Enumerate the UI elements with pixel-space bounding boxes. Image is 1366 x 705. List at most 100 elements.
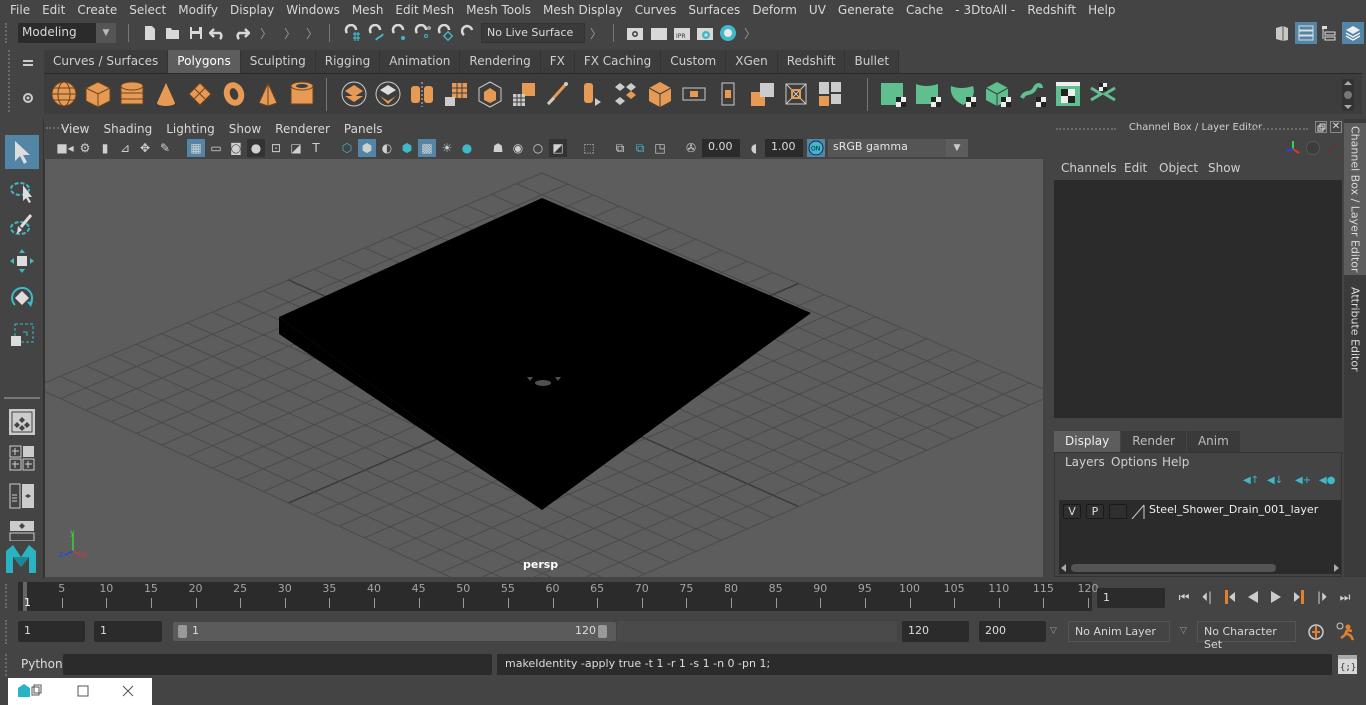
panel-drag-handle[interactable]	[1056, 128, 1116, 130]
new-layer-icon[interactable]: ◀+	[1295, 475, 1311, 487]
range-slider[interactable]: 1 120	[173, 622, 616, 641]
isolate-select-icon[interactable]: ⬚	[580, 139, 598, 157]
tab-render[interactable]: Render	[1121, 431, 1186, 452]
menu-windows[interactable]: Windows	[280, 3, 346, 17]
color-space-dropdown[interactable]: sRGB gamma ▼	[828, 139, 968, 157]
range-end-handle[interactable]	[598, 625, 607, 638]
spherical-uv-icon[interactable]	[949, 80, 977, 108]
shadows-icon[interactable]: ●	[458, 139, 476, 157]
collapse-arrow-icon[interactable]: 〉	[280, 23, 300, 43]
lasso-select-tool-icon[interactable]	[5, 173, 39, 207]
play-forwards-icon[interactable]	[1266, 588, 1286, 606]
anim-layer-dropdown[interactable]: No Anim Layer	[1068, 621, 1170, 642]
layer-name[interactable]: Steel_Shower_Drain_001_layer	[1149, 503, 1318, 516]
hypershade-icon[interactable]	[718, 23, 738, 43]
use-all-lights-icon[interactable]: ☀	[438, 139, 456, 157]
poly-pyramid-icon[interactable]	[254, 80, 282, 108]
shelf-tab-rendering[interactable]: Rendering	[460, 50, 541, 73]
menu-3dtoall[interactable]: - 3DtoAll -	[949, 3, 1021, 17]
command-input[interactable]	[63, 654, 492, 675]
panel-menu-renderer[interactable]: Renderer	[268, 122, 337, 136]
shelf-tab-polygons[interactable]: Polygons	[168, 50, 241, 73]
exposure-field[interactable]: 0.00	[702, 139, 740, 157]
range-drag-handle[interactable]	[5, 620, 9, 644]
wireframe-on-shaded-icon[interactable]: ⬢	[398, 139, 416, 157]
bevel-icon[interactable]	[544, 80, 572, 108]
anim-layer-chevron-icon[interactable]: ▽	[1050, 626, 1057, 636]
bridge-icon[interactable]	[578, 80, 606, 108]
default-material-icon[interactable]: ◐	[378, 139, 396, 157]
new-layer-selected-icon[interactable]: ◀●	[1319, 475, 1335, 487]
step-back-key-icon[interactable]: ⏴|	[1197, 588, 1217, 606]
average-vertices-icon[interactable]	[476, 80, 504, 108]
menu-mesh-display[interactable]: Mesh Display	[537, 3, 629, 17]
side-tab-channel-box[interactable]: Channel Box / Layer Editor	[1344, 123, 1366, 275]
menu-surfaces[interactable]: Surfaces	[682, 3, 746, 17]
select-tool-icon[interactable]	[5, 135, 39, 169]
panel-drag-handle[interactable]	[1248, 128, 1308, 130]
menu-create[interactable]: Create	[71, 3, 123, 17]
planar-uv-icon[interactable]	[879, 80, 907, 108]
collapse-arrow-icon[interactable]: 〉	[740, 23, 760, 43]
menu-deform[interactable]: Deform	[746, 3, 803, 17]
range-start-handle[interactable]	[178, 625, 187, 638]
extrude-icon[interactable]	[612, 80, 640, 108]
auto-key-icon[interactable]	[1306, 622, 1326, 642]
scale-tool-icon[interactable]	[5, 318, 39, 352]
shelf-menu-icon[interactable]	[22, 57, 34, 67]
float-panel-icon[interactable]	[1315, 121, 1327, 133]
playback-toggle[interactable]: P	[1086, 504, 1104, 519]
maximize-icon[interactable]	[77, 685, 89, 697]
shelf-tab-curves-surfaces[interactable]: Curves / Surfaces	[44, 50, 169, 73]
xray-joints-icon[interactable]: ⧉	[631, 139, 649, 157]
shelf-tab-sculpting[interactable]: Sculpting	[240, 50, 316, 73]
collapse-arrow-icon[interactable]: 〉	[586, 23, 606, 43]
layer-color-swatch[interactable]	[1131, 504, 1145, 520]
shelf-tab-fx-caching[interactable]: FX Caching	[574, 50, 662, 73]
image-plane-icon[interactable]: ⊿	[116, 139, 134, 157]
menu-edit[interactable]: Edit	[36, 3, 71, 17]
menu-mesh-tools[interactable]: Mesh Tools	[460, 3, 537, 17]
resolution-gate-icon[interactable]: ◙	[227, 139, 245, 157]
shelf-drag-handle[interactable]	[8, 50, 12, 112]
channel-list[interactable]	[1054, 180, 1342, 418]
move-layer-up-icon[interactable]: ◀↑	[1243, 475, 1259, 487]
color-management-toggle[interactable]: ON	[807, 139, 825, 157]
smooth-icon[interactable]	[442, 80, 470, 108]
live-surface-field[interactable]: No Live Surface	[481, 23, 585, 43]
go-to-end-icon[interactable]: ⏭	[1335, 588, 1355, 606]
persp-graph-layout-icon[interactable]	[5, 513, 39, 547]
menu-redshift[interactable]: Redshift	[1021, 3, 1082, 17]
object-menu[interactable]: Object	[1159, 161, 1198, 175]
menu-display[interactable]: Display	[224, 3, 280, 17]
single-perspective-layout-icon[interactable]	[5, 405, 39, 439]
time-slider[interactable]: 1 5 10 15 20 25 30 35 40 45 50 55 60 65 70 75 80 85 90 95 1…	[18, 582, 1099, 611]
panel-menu-shading[interactable]: Shading	[96, 122, 159, 136]
move-tool-icon[interactable]	[5, 244, 39, 278]
animation-start-field[interactable]: 1	[18, 621, 85, 642]
playback-end-field[interactable]: 120	[902, 621, 969, 642]
safe-action-icon[interactable]: ◪	[287, 139, 305, 157]
save-scene-icon[interactable]	[186, 23, 206, 43]
menu-modify[interactable]: Modify	[172, 3, 224, 17]
four-view-layout-icon[interactable]	[5, 441, 39, 475]
render-frame-icon[interactable]	[649, 23, 669, 43]
menu-curves[interactable]: Curves	[629, 3, 683, 17]
menu-mesh[interactable]: Mesh	[346, 3, 390, 17]
step-forward-frame-icon[interactable]	[1289, 588, 1309, 606]
attribute-editor-icon[interactable]	[1295, 22, 1317, 44]
script-editor-icon[interactable]: {;}	[1338, 655, 1357, 674]
new-scene-icon[interactable]	[140, 23, 160, 43]
show-menu[interactable]: Show	[1208, 161, 1240, 175]
bevel-edges-icon[interactable]	[680, 80, 708, 108]
step-back-frame-icon[interactable]	[1220, 588, 1240, 606]
character-set-chevron-icon[interactable]: ▽	[1180, 626, 1187, 636]
close-icon[interactable]: ✕	[1330, 121, 1342, 133]
layers-menu[interactable]: Layers	[1065, 455, 1105, 469]
menu-cache[interactable]: Cache	[900, 3, 949, 17]
step-forward-key-icon[interactable]: |⏵	[1312, 588, 1332, 606]
motion-blur-icon[interactable]: ◉	[509, 139, 527, 157]
cut-sew-uv-icon[interactable]	[1089, 80, 1117, 108]
3d-viewport[interactable]: y x z persp	[44, 159, 1043, 577]
unfold-uv-icon[interactable]	[1019, 80, 1047, 108]
